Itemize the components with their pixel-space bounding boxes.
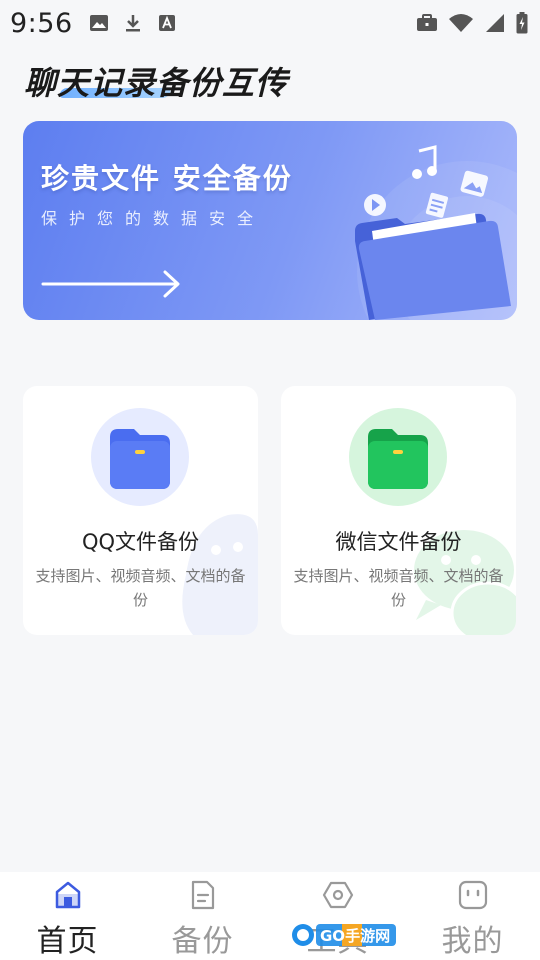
nav-item-profile[interactable]: 我的 — [405, 872, 540, 960]
hexagon-icon — [322, 881, 353, 909]
hero-banner[interactable]: 珍贵文件 安全备份 保护您的数据安全 — [23, 121, 517, 320]
nav-item-backup[interactable]: 备份 — [135, 872, 270, 960]
nav-item-home[interactable]: 首页 — [0, 872, 135, 960]
qq-icon-circle — [91, 408, 189, 506]
watermark-text: GO手游网 — [320, 927, 390, 945]
status-time: 9:56 — [10, 7, 73, 39]
page-title: 聊天记录备份互传 — [24, 64, 289, 102]
status-notification-icons — [89, 13, 177, 33]
qq-backup-card[interactable]: QQ文件备份 支持图片、视频音频、文档的备份 — [23, 386, 258, 635]
nav-label-backup: 备份 — [171, 924, 234, 959]
arrow-right-icon[interactable] — [41, 269, 183, 299]
status-system-icons — [416, 12, 528, 34]
folder-icon — [355, 213, 511, 320]
qq-folder-icon — [110, 429, 170, 489]
wechat-card-description: 支持图片、视频音频、文档的备份 — [293, 567, 504, 609]
nav-label-home: 首页 — [36, 924, 99, 959]
nav-label-profile: 我的 — [441, 924, 504, 959]
battery-icon — [516, 12, 528, 34]
image-icon — [89, 15, 108, 31]
banner-title: 珍贵文件 安全备份 — [41, 162, 293, 195]
play-icon — [364, 194, 386, 216]
home-icon — [55, 881, 80, 909]
qq-card-description: 支持图片、视频音频、文档的备份 — [35, 567, 246, 609]
briefcase-icon — [417, 14, 437, 31]
wechat-backup-card[interactable]: 微信文件备份 支持图片、视频音频、文档的备份 — [281, 386, 516, 635]
banner-illustration — [355, 145, 517, 320]
qq-card-title: QQ文件备份 — [81, 530, 200, 554]
font-icon — [158, 15, 175, 31]
bottom-nav: 首页 备份 工具 我的 — [0, 872, 540, 960]
document-icon — [191, 880, 214, 910]
banner-subtitle: 保护您的数据安全 — [41, 209, 266, 228]
wechat-card-title: 微信文件备份 — [335, 530, 462, 554]
watermark-logo: GO手游网 — [292, 924, 396, 946]
signal-icon — [486, 14, 504, 32]
wechat-folder-icon — [368, 429, 428, 489]
wifi-icon — [449, 14, 473, 32]
download-icon — [125, 15, 140, 32]
status-bar: 9:56 — [0, 0, 540, 46]
wechat-icon-circle — [349, 408, 447, 506]
profile-icon — [458, 880, 487, 910]
